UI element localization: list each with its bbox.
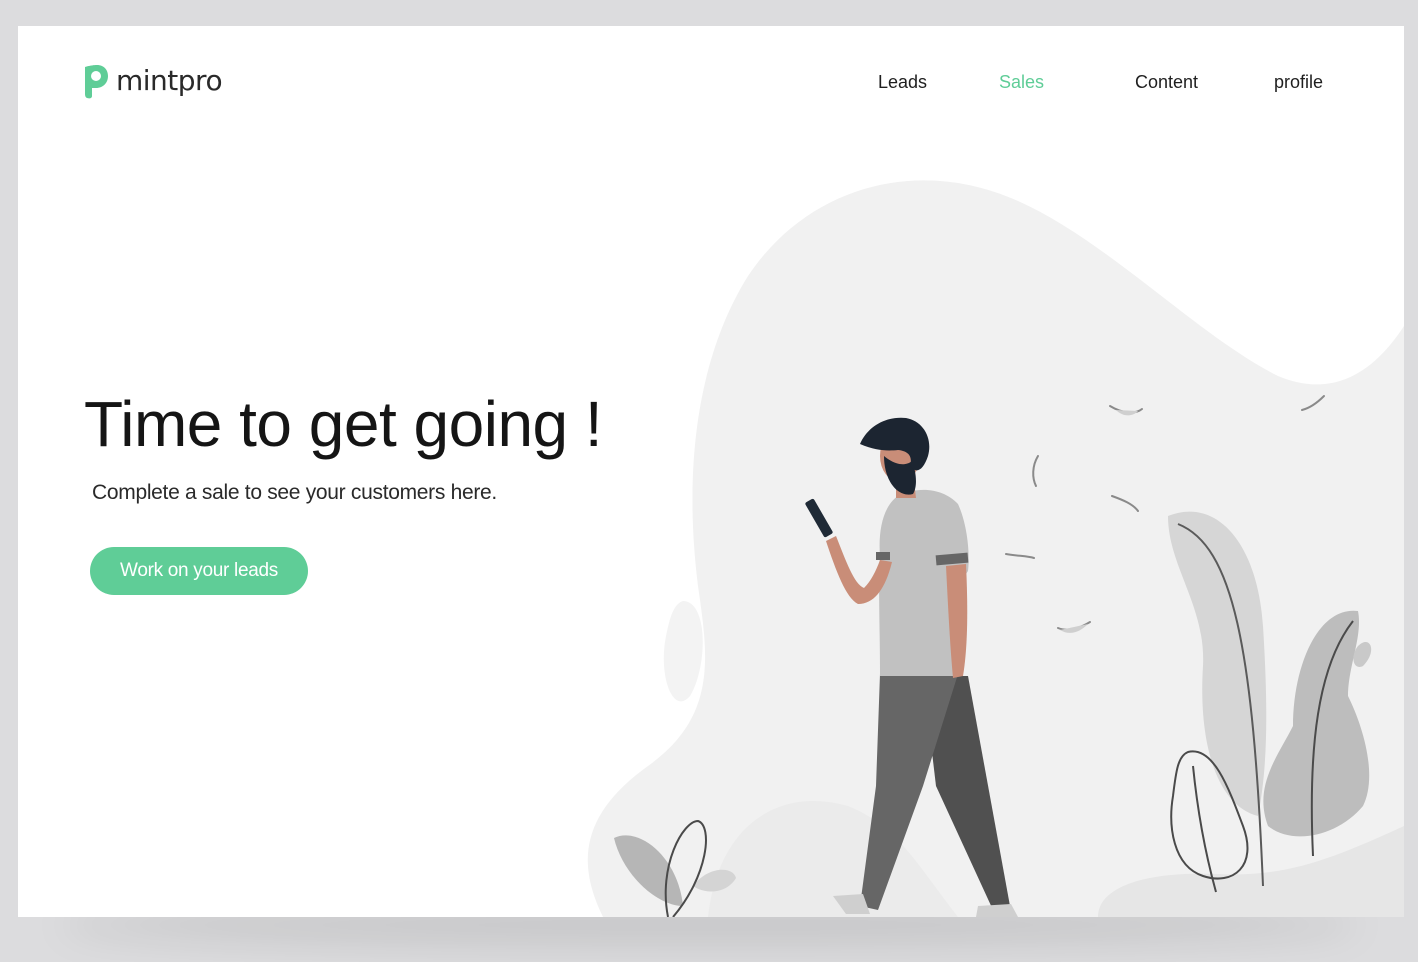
hero-subtitle: Complete a sale to see your customers he… [92,481,497,504]
work-on-leads-button[interactable]: Work on your leads [90,547,308,595]
nav-item-leads[interactable]: Leads [878,72,927,93]
top-nav: Leads Sales Content profile [18,72,1404,96]
walking-man-illustration [587,180,1404,917]
nav-item-sales[interactable]: Sales [999,72,1044,93]
page: mintpro Leads Sales Content profile Time… [18,26,1404,917]
nav-item-content[interactable]: Content [1135,72,1198,93]
faint-leaf-shape [663,601,703,702]
nav-item-profile[interactable]: profile [1274,72,1323,93]
hero-title: Time to get going ! [84,388,603,460]
man-shoe-back [976,904,1018,917]
man-sleeve-band-front [876,552,890,560]
